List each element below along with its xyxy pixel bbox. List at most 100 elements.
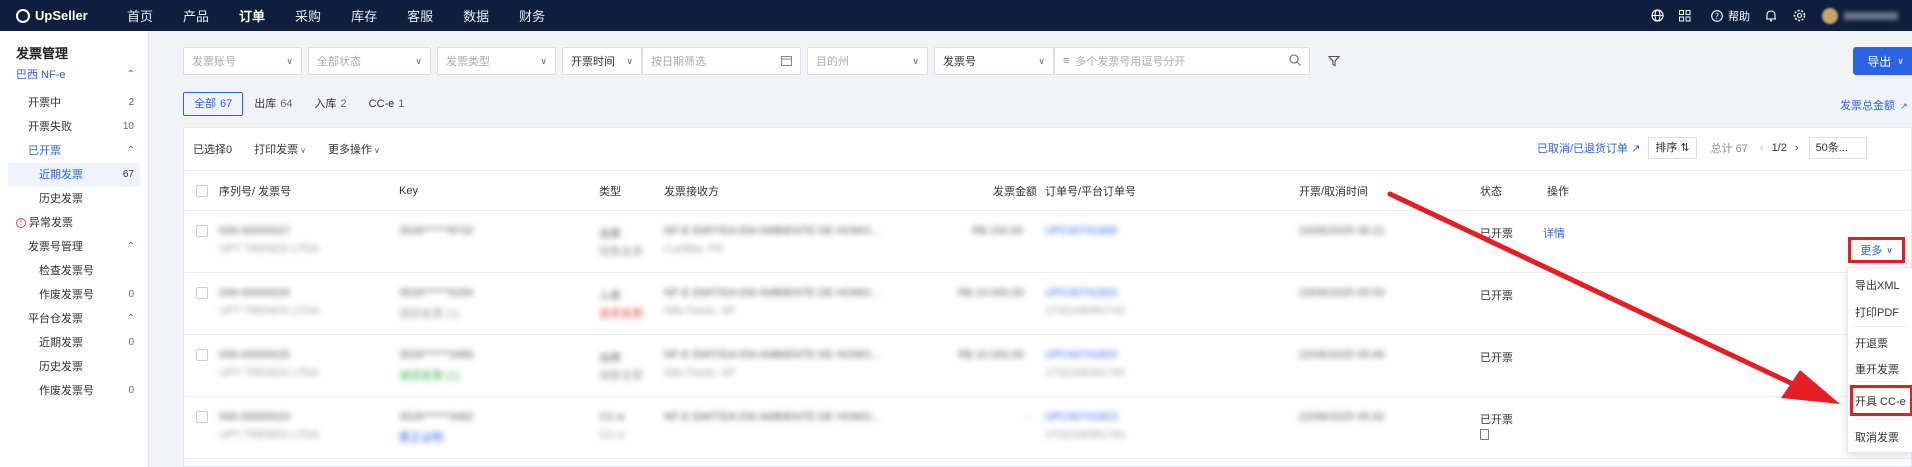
invoice-account-select[interactable]: 发票账号 ∨ (183, 47, 302, 75)
page-indicator: 1/2 (1771, 142, 1787, 154)
gear-icon[interactable] (1792, 9, 1806, 23)
menu-item-return-invoice[interactable]: 开退票 (1855, 335, 1888, 351)
col-status: 状态 (1480, 185, 1502, 198)
sidebar-item-abnormal[interactable]: ! 异常发票 (0, 211, 148, 235)
select-placeholder: 发票账号 (192, 56, 236, 68)
time-type-select[interactable]: 开票时间 ∨ (562, 47, 642, 75)
invoice-subtype: 退货发票 (599, 308, 643, 320)
sidebar-item-pw-void[interactable]: 作废发票号 0 (0, 379, 148, 403)
bell-icon[interactable] (1764, 9, 1778, 23)
table-row: 006-00000027 UPT TRENDS LTDA 3526******8… (184, 211, 1911, 273)
sidebar-item-history[interactable]: 历史发票 (0, 187, 148, 211)
chevron-up-icon: ⌃ (126, 313, 135, 324)
sidebar-item-platform-warehouse[interactable]: 平台仓发票 ⌃ (0, 307, 148, 331)
table-row: 006-00000025 UPT TRENDS LTDA 3526******3… (184, 335, 1911, 397)
nav-orders[interactable]: 订单 (239, 6, 265, 25)
nav-products[interactable]: 产品 (183, 6, 209, 25)
sidebar: 发票管理 巴西 NF-e ⌃ 开票中 2 开票失败 10 已开票 ⌃ 近期发票 … (0, 31, 149, 467)
user-avatar[interactable] (1822, 7, 1912, 25)
search-input[interactable]: ≡ 多个发票号用逗号分开 (1054, 47, 1310, 75)
menu-divider (1854, 326, 1906, 327)
nav-inventory[interactable]: 库存 (351, 6, 377, 25)
invoice-total-link[interactable]: 发票总金额 ↗ (1840, 97, 1908, 113)
select-all-checkbox[interactable] (196, 184, 208, 197)
details-link[interactable]: 详情 (1543, 225, 1565, 241)
tab-inbound[interactable]: 入库 2 (304, 92, 358, 116)
print-invoice-dropdown[interactable]: 打印发票 ∨ (254, 141, 306, 157)
menu-item-print-pdf[interactable]: 打印PDF (1855, 304, 1899, 320)
more-actions-button[interactable]: 更多 ∨ (1848, 237, 1905, 263)
sidebar-item-void-numbers[interactable]: 作废发票号 0 (0, 283, 148, 307)
col-key: Key (399, 184, 418, 197)
top-navigation-bar: UpSeller 首页 产品 订单 采购 库存 客服 数据 财务 ? 帮助 (0, 0, 1912, 31)
nav-home[interactable]: 首页 (127, 6, 153, 25)
row-checkbox[interactable] (196, 349, 208, 361)
order-number-link[interactable]: UPC00741823 (1045, 287, 1117, 299)
tab-cce[interactable]: CC-e 1 (358, 92, 416, 116)
menu-item-cancel-invoice[interactable]: 取消发票 (1855, 429, 1899, 445)
receiver-city: São Paulo, SP (664, 367, 736, 379)
help-label: 帮助 (1728, 10, 1750, 23)
globe-icon[interactable] (1650, 9, 1664, 23)
sidebar-item-issued[interactable]: 已开票 ⌃ (0, 139, 148, 163)
prev-page-icon[interactable]: ‹ (1760, 142, 1764, 154)
correction-letter-link[interactable]: 更正证明 (399, 429, 443, 445)
filter-icon[interactable] (1328, 54, 1342, 68)
sidebar-item-label: 近期发票 (39, 337, 83, 349)
date-picker[interactable]: 按日期筛选 (642, 47, 801, 75)
sidebar-group-label: 巴西 NF-e (16, 69, 66, 81)
search-field-select[interactable]: 发票号 ∨ (934, 47, 1054, 75)
next-page-icon[interactable]: › (1795, 142, 1799, 154)
sidebar-item-pw-history[interactable]: 历史发票 (0, 355, 148, 379)
help-button[interactable]: ? 帮助 (1710, 8, 1750, 24)
issue-time: 22/06/2025 05:46 (1299, 349, 1385, 361)
brand-logo[interactable]: UpSeller (16, 8, 112, 23)
order-number-link[interactable]: UPC00741906 (1045, 225, 1117, 237)
tab-all[interactable]: 全部 67 (183, 92, 244, 116)
menu-item-export-xml[interactable]: 导出XML (1855, 277, 1900, 293)
nav-finance[interactable]: 财务 (519, 6, 545, 25)
key-note: 退回发票 (1) (399, 308, 460, 320)
row-checkbox[interactable] (196, 411, 208, 423)
sidebar-item-label: 检查发票号 (39, 265, 94, 277)
export-button[interactable]: 导出 ∨ (1853, 47, 1912, 75)
status-text: 已开票 (1480, 414, 1513, 426)
select-placeholder: 发票类型 (446, 56, 490, 68)
chevron-down-icon: ∨ (540, 55, 547, 66)
invoice-serial: 006-00000026 (219, 287, 290, 299)
apps-grid-icon[interactable] (1678, 9, 1692, 23)
sidebar-item-pw-recent[interactable]: 近期发票 0 (0, 331, 148, 355)
sidebar-item-label: 历史发票 (39, 193, 83, 205)
more-operations-dropdown[interactable]: 更多操作 ∨ (328, 141, 380, 157)
sidebar-item-label: 发票号管理 (28, 241, 83, 253)
sidebar-item-number-mgmt[interactable]: 发票号管理 ⌃ (0, 235, 148, 259)
table-row: 006-00000026 UPT TRENDS LTDA 3526******6… (184, 273, 1911, 335)
sidebar-item-failed[interactable]: 开票失败 10 (0, 115, 148, 139)
menu-item-reissue-invoice[interactable]: 重开发票 (1855, 361, 1899, 377)
row-checkbox[interactable] (196, 225, 208, 237)
sidebar-item-issuing[interactable]: 开票中 2 (0, 91, 148, 115)
selected-number: 0 (226, 144, 233, 156)
tab-outbound[interactable]: 出库 64 (243, 92, 303, 116)
page-size-select[interactable]: 50条... (1808, 137, 1867, 159)
sidebar-item-recent-invoices[interactable]: 近期发票 67 (8, 163, 140, 187)
cancelled-orders-link[interactable]: 已取消/已退货订单 ↗ (1537, 140, 1640, 156)
sort-button[interactable]: 排序 ⇅ (1648, 137, 1697, 159)
order-number-link[interactable]: UPC00741823 (1045, 411, 1117, 423)
sidebar-group-brazil-nfe[interactable]: 巴西 NF-e ⌃ (0, 63, 148, 87)
nav-data[interactable]: 数据 (463, 6, 489, 25)
destination-state-select[interactable]: 目的州 ∨ (807, 47, 928, 75)
sidebar-item-check-numbers[interactable]: 检查发票号 (0, 259, 148, 283)
document-icon[interactable] (1480, 429, 1489, 440)
pagination: 已取消/已退货订单 ↗ 排序 ⇅ 总计 67 ‹ 1/2 › 50条... (1537, 137, 1867, 159)
svg-text:?: ? (1715, 12, 1719, 21)
key-note: 退回发票 (1) (399, 370, 460, 382)
avatar-image (1822, 7, 1838, 24)
status-select[interactable]: 全部状态 ∨ (308, 47, 431, 75)
order-number-link[interactable]: UPC00741823 (1045, 349, 1117, 361)
nav-purchase[interactable]: 采购 (295, 6, 321, 25)
row-checkbox[interactable] (196, 287, 208, 299)
nav-customer-service[interactable]: 客服 (407, 6, 433, 25)
more-label: 更多 (1860, 245, 1883, 257)
invoice-type-select[interactable]: 发票类型 ∨ (437, 47, 556, 75)
